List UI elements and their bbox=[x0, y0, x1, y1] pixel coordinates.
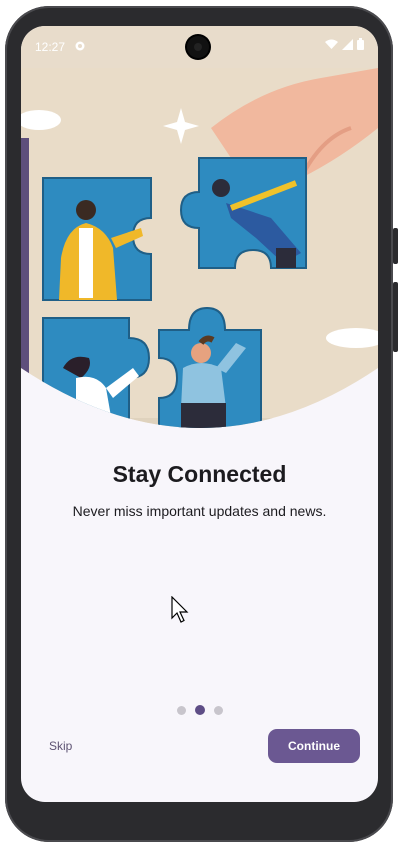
power-button bbox=[393, 282, 398, 352]
status-bar: 12:27 bbox=[21, 26, 378, 68]
volume-button bbox=[393, 228, 398, 264]
onboarding-title: Stay Connected bbox=[112, 461, 287, 487]
puzzle-team-illustration bbox=[21, 68, 378, 428]
status-time: 12:27 bbox=[35, 40, 66, 54]
battery-icon bbox=[357, 38, 364, 53]
page-dot-active[interactable] bbox=[194, 705, 205, 715]
onboarding-subtitle: Never miss important updates and news. bbox=[72, 503, 327, 519]
front-camera bbox=[187, 36, 209, 58]
page-dot[interactable] bbox=[176, 705, 186, 715]
wifi-icon bbox=[325, 39, 338, 53]
signal-icon bbox=[342, 38, 353, 53]
page-indicator bbox=[21, 705, 378, 715]
continue-button[interactable]: Continue bbox=[268, 729, 360, 763]
page-dot[interactable] bbox=[213, 705, 223, 715]
mouse-cursor-icon bbox=[171, 596, 189, 623]
app-notification-icon bbox=[75, 40, 85, 54]
skip-button[interactable]: Skip bbox=[49, 739, 72, 753]
app-screen: 12:27 Stay Connected Never miss importan… bbox=[21, 26, 378, 802]
